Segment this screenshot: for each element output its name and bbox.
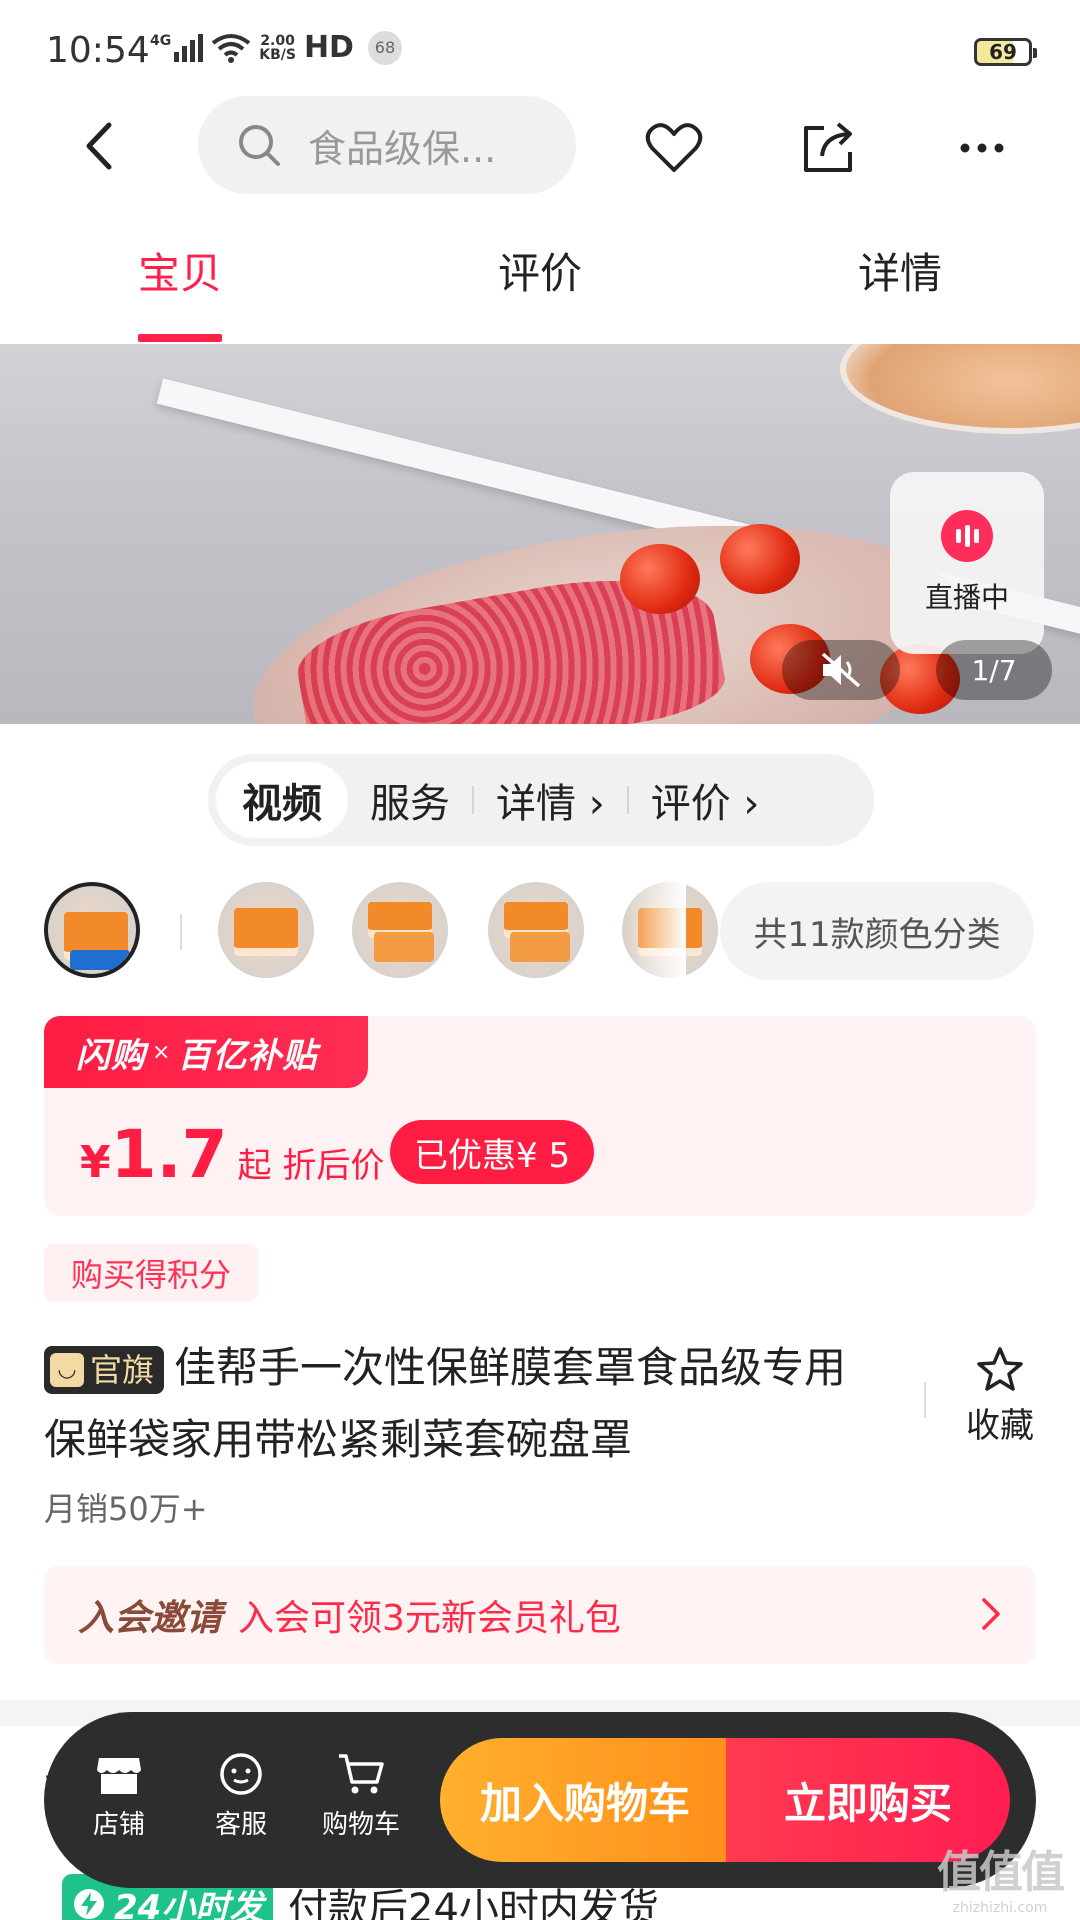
more-dots-icon (960, 143, 1004, 153)
active-tab-indicator (138, 334, 222, 342)
tab-reviews[interactable]: 评价 (498, 240, 582, 301)
variant-thumbnail[interactable] (488, 882, 584, 978)
search-placeholder: 食品级保... (308, 126, 497, 171)
tab-baobei[interactable]: 宝贝 (138, 240, 222, 301)
media-tabs: 视频 服务 详情 › 评价 › (208, 754, 874, 846)
wifi-icon (212, 33, 251, 63)
variant-thumbnail[interactable] (44, 882, 140, 978)
customer-service-icon (220, 1753, 262, 1795)
media-tab-reviews[interactable]: 评价 › (629, 762, 782, 838)
hd-indicator: HD (303, 30, 354, 65)
discount-badge: 已优惠¥ 5 (390, 1120, 595, 1184)
tmall-cat-icon: ◡ (50, 1353, 84, 1387)
media-tomato (620, 544, 700, 614)
back-button[interactable] (70, 118, 126, 174)
membership-invite-text: 入会可领3元新会员礼包 (238, 1598, 621, 1639)
search-icon (239, 125, 280, 166)
cart-button[interactable]: 购物车 (306, 1752, 416, 1841)
thumbnail-fade (626, 882, 686, 978)
lightning-icon (74, 1889, 104, 1919)
favorite-button[interactable]: 收藏 (956, 1346, 1044, 1447)
product-title-text: 佳帮手一次性保鲜膜套罩食品级专用保鲜袋家用带松紧剩菜套碗盘罩 (44, 1343, 847, 1464)
battery-icon: 69 (974, 38, 1037, 66)
speed-unit: KB/S (259, 46, 296, 63)
add-to-cart-button[interactable]: 加入购物车 (440, 1738, 730, 1862)
watermark: 值值值 zhizhizhi.com (930, 1836, 1070, 1916)
media-tab-details[interactable]: 详情 › (474, 762, 627, 838)
flagship-badge: ◡ 官旗 (44, 1346, 165, 1394)
volume-muted-icon (821, 652, 861, 688)
watermark-url: zhizhizhi.com (952, 1900, 1048, 1916)
status-bar: 10:54 4G 2.00 KB/S HD 68 69 (0, 0, 1080, 100)
live-stream-badge[interactable]: 直播中 (890, 472, 1044, 654)
back-arrow-icon (86, 122, 112, 170)
favorite-label: 收藏 (966, 1406, 1034, 1446)
share-button[interactable] (798, 118, 858, 178)
notification-count-badge: 68 (367, 30, 402, 65)
flagship-label: 官旗 (90, 1351, 155, 1389)
share-icon (804, 122, 852, 172)
variant-product-image (70, 950, 130, 970)
variant-thumbnails: 共11款颜色分类 (0, 882, 1080, 982)
variant-product-image (234, 908, 298, 956)
product-title-block: ◡ 官旗 佳帮手一次性保鲜膜套罩食品级专用保鲜袋家用带松紧剩菜套碗盘罩 (44, 1332, 884, 1476)
customer-service-label: 客服 (214, 1810, 267, 1840)
live-icon (941, 510, 993, 562)
nav-bar: 食品级保... (0, 96, 1080, 196)
price-row: ¥ 1.7 起 折后价 (80, 1116, 384, 1193)
membership-invite-title: 入会邀请 (78, 1598, 223, 1639)
favorite-heart-button[interactable] (644, 118, 704, 178)
mute-button[interactable] (782, 640, 900, 700)
live-label: 直播中 (924, 581, 1009, 614)
customer-service-button[interactable]: 客服 (186, 1752, 296, 1841)
more-button[interactable] (952, 118, 1012, 178)
top-tabs: 宝贝 评价 详情 (0, 240, 1080, 344)
monthly-sales: 月销50万+ (44, 1490, 208, 1528)
star-icon (977, 1347, 1023, 1391)
flash-subsidy-banner: 闪购 × 百亿补贴 (44, 1016, 368, 1088)
price-card: 闪购 × 百亿补贴 ¥ 1.7 起 折后价 已优惠¥ 5 (44, 1016, 1036, 1216)
status-time: 10:54 (46, 30, 150, 71)
banner-flash-sale: 闪购 (76, 1035, 146, 1076)
cart-label: 购物车 (321, 1810, 400, 1840)
battery-level: 69 (989, 40, 1017, 64)
media-tab-service[interactable]: 服务 (348, 762, 472, 838)
variant-product-image (510, 932, 570, 962)
thumbnail-divider (180, 914, 182, 950)
shopping-cart-icon (339, 1754, 384, 1794)
network-type: 4G (150, 32, 172, 49)
media-tomato (720, 524, 800, 594)
media-page-indicator: 1/7 (936, 640, 1052, 700)
banner-subsidy: 百亿补贴 (177, 1035, 318, 1076)
status-icons: 4G 2.00 KB/S HD 68 (150, 30, 402, 65)
product-title: ◡ 官旗 佳帮手一次性保鲜膜套罩食品级专用保鲜袋家用带松紧剩菜套碗盘罩 (44, 1332, 884, 1476)
variant-thumbnail[interactable] (352, 882, 448, 978)
shop-label: 店铺 (92, 1810, 145, 1840)
points-tag: 购买得积分 (44, 1244, 258, 1302)
bottom-action-bar: 店铺 客服 购物车 加入购物车 立即购买 (44, 1712, 1036, 1888)
favorite-divider (924, 1382, 926, 1418)
tab-details[interactable]: 详情 (858, 240, 942, 301)
speed-value: 2.00 (260, 32, 295, 49)
media-tab-video[interactable]: 视频 (216, 762, 348, 838)
heart-icon (645, 123, 703, 172)
media-bowl (840, 344, 1080, 434)
search-input[interactable]: 食品级保... (198, 96, 576, 194)
membership-invite-bar[interactable]: 入会邀请 入会可领3元新会员礼包 (44, 1566, 1036, 1664)
network-speed: 2.00 KB/S (259, 34, 296, 62)
watermark-logo: 值值值 (937, 1847, 1065, 1898)
variant-count-button[interactable]: 共11款颜色分类 (720, 882, 1034, 980)
shop-button[interactable]: 店铺 (64, 1752, 174, 1841)
banner-times: × (152, 1039, 172, 1065)
variant-thumbnail[interactable] (218, 882, 314, 978)
price-suffix: 起 折后价 (237, 1146, 385, 1186)
store-icon (97, 1758, 141, 1794)
variant-product-image (374, 932, 434, 962)
price-currency: ¥ (80, 1137, 111, 1188)
cell-signal-icon: 4G (150, 32, 204, 62)
chevron-right-icon (982, 1598, 1000, 1630)
price-value: 1.7 (110, 1116, 228, 1193)
